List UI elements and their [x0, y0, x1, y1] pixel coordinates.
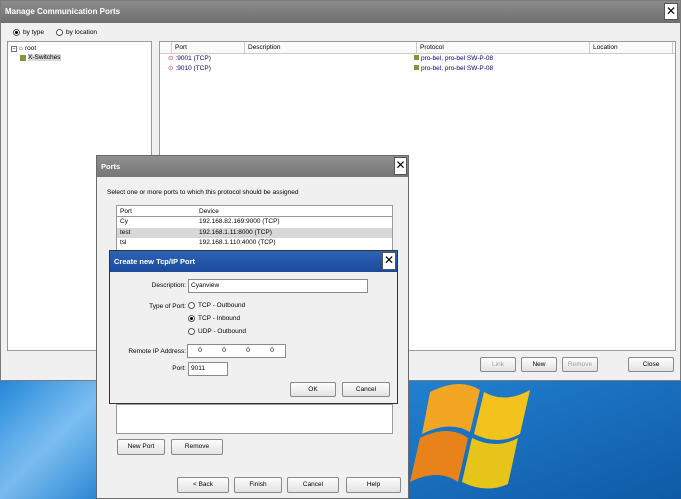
tcp-outbound-radio[interactable]: TCP - Outbound	[188, 302, 245, 309]
udp-outbound-radio[interactable]: UDP - Outbound	[188, 328, 246, 335]
link-button[interactable]: Link	[480, 357, 516, 372]
tree-node-root[interactable]: – ⌂ root	[11, 44, 148, 53]
new-port-button[interactable]: New Port	[117, 439, 165, 455]
close-button[interactable]: Close	[628, 357, 674, 372]
column-device[interactable]: Device	[199, 206, 219, 216]
port-icon: ⊙	[168, 65, 174, 72]
list-item[interactable]: tsl 192.168.1.110:4000 (TCP)	[117, 238, 392, 249]
ok-button[interactable]: OK	[290, 382, 336, 397]
cancel-button[interactable]: Cancel	[342, 382, 390, 397]
list-item[interactable]: Cy 192.168.82.169:9000 (TCP)	[117, 217, 392, 228]
port-field[interactable]: 9011	[188, 362, 228, 376]
radio-empty-icon	[55, 29, 63, 36]
port-type-label: Type of Port:	[149, 303, 186, 310]
by-location-radio[interactable]: by location	[55, 29, 97, 36]
radio-selected-icon	[13, 29, 20, 36]
ports-list-continued[interactable]	[116, 404, 393, 434]
remove-button[interactable]: Remove	[562, 357, 598, 372]
by-type-radio[interactable]: by type	[13, 29, 44, 36]
description-field[interactable]: Cyanview	[188, 279, 368, 293]
column-protocol[interactable]: Protocol	[417, 42, 590, 53]
dialog-title: Ports	[101, 162, 121, 171]
dialog-titlebar: Create new Tcp/IP Port ✕	[110, 251, 397, 272]
protocol-icon	[414, 55, 419, 60]
radio-empty-icon	[188, 328, 195, 335]
create-tcp-port-dialog: Create new Tcp/IP Port ✕ Description: Cy…	[109, 250, 398, 404]
table-row[interactable]: ⊙:9001 (TCP) pro-bel, pro-bel SW-P-08	[160, 54, 675, 64]
tree-node-x-switches[interactable]: X-Switches	[11, 53, 148, 62]
radio-selected-icon	[188, 315, 195, 322]
root-icon: ⌂	[19, 45, 23, 52]
cancel-button[interactable]: Cancel	[287, 477, 339, 493]
column-description[interactable]: Description	[245, 42, 417, 53]
switch-icon	[20, 54, 26, 61]
window-title: Manage Communication Ports	[5, 7, 121, 16]
protocol-icon	[414, 65, 419, 70]
ports-select-header: Port Device	[117, 206, 392, 217]
table-row[interactable]: ⊙:9010 (TCP) pro-bel, pro-bel SW-P-08	[160, 64, 675, 74]
back-button[interactable]: < Back	[177, 477, 229, 493]
ports-instruction: Select one or more ports to which this p…	[107, 189, 299, 196]
remote-ip-field[interactable]: 0 0 0 0	[187, 344, 286, 358]
column-port[interactable]: Port	[117, 206, 199, 216]
main-window-buttons: Link New Remove Close	[480, 357, 674, 372]
window-titlebar: Manage Communication Ports ✕	[1, 1, 680, 23]
tcp-inbound-radio[interactable]: TCP - Inbound	[188, 315, 240, 322]
help-button[interactable]: Help	[346, 477, 401, 493]
view-options: by type by location	[13, 29, 97, 36]
close-dialog-button[interactable]: ✕	[382, 252, 396, 270]
finish-button[interactable]: Finish	[234, 477, 282, 493]
windows-logo-icon	[410, 383, 530, 489]
list-item[interactable]: test 192.168.1.11:8000 (TCP)	[117, 227, 392, 238]
new-button[interactable]: New	[521, 357, 557, 372]
dialog-title: Create new Tcp/IP Port	[114, 257, 195, 266]
dialog-titlebar: Ports ✕	[97, 156, 408, 177]
ports-list-header: Port Description Protocol Location	[160, 42, 675, 54]
description-label: Description:	[151, 282, 186, 289]
desktop-light-beam	[0, 380, 110, 499]
radio-empty-icon	[188, 302, 195, 309]
close-dialog-button[interactable]: ✕	[394, 157, 407, 175]
close-window-button[interactable]: ✕	[664, 3, 678, 20]
column-port[interactable]: Port	[172, 42, 245, 53]
remote-ip-label: Remote IP Address:	[128, 348, 186, 355]
column-location[interactable]: Location	[590, 42, 673, 53]
port-label: Port:	[172, 365, 186, 372]
remove-port-button[interactable]: Remove	[171, 439, 223, 455]
collapse-icon[interactable]: –	[11, 45, 17, 52]
port-icon: ⊙	[168, 55, 174, 62]
